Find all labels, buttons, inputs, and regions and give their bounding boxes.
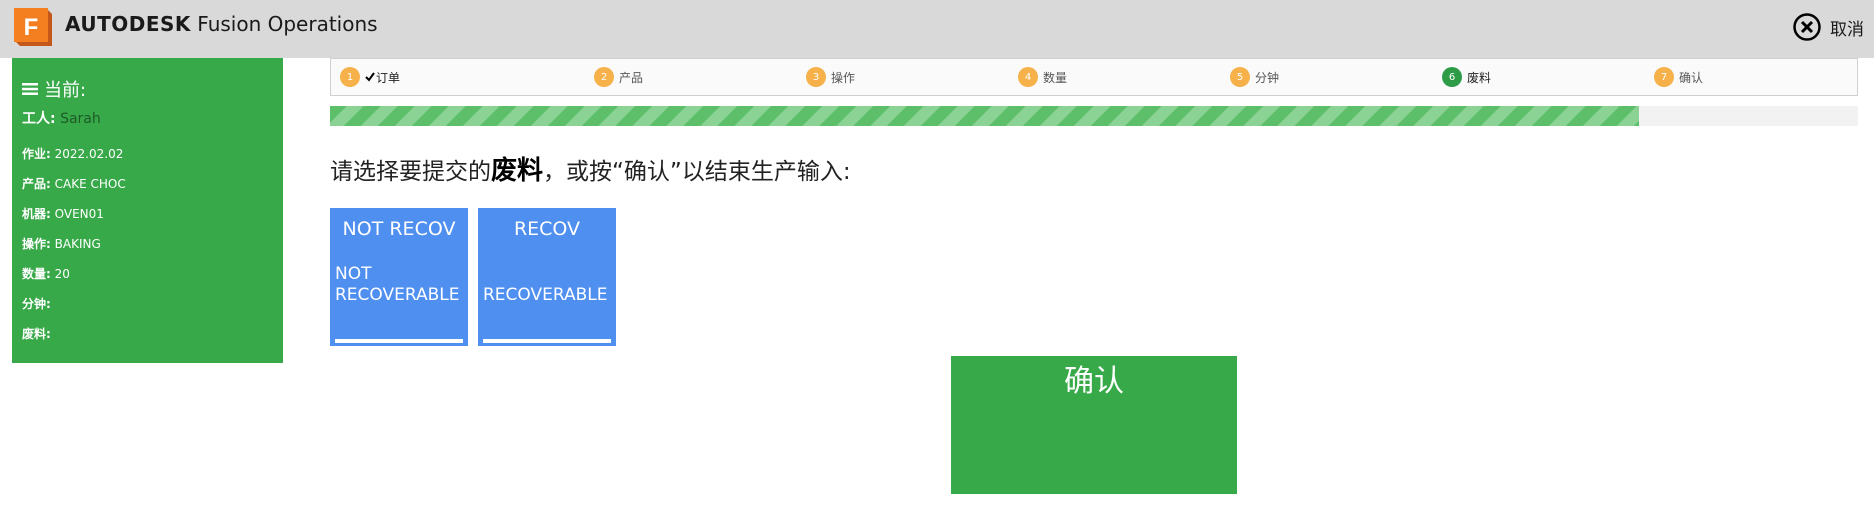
info-label: 操作: [22, 237, 51, 251]
cancel-label: 取消 [1830, 19, 1864, 40]
step-wizard: 1 订单 2 产品 3 操作 4 数量 5 分钟 6 废料 7 确认 [330, 58, 1858, 96]
step-number: 1 [340, 67, 360, 87]
scrap-code: RECOV [513, 218, 581, 240]
menu-icon [22, 83, 38, 95]
info-row-scrap: 废料: [22, 324, 273, 354]
confirm-label: 确认 [1064, 364, 1124, 399]
cancel-button[interactable]: 取消 [1792, 12, 1864, 42]
tile-underline [483, 339, 611, 343]
instruction-before: 请选择要提交的 [330, 159, 491, 185]
check-icon [365, 72, 375, 82]
instruction-text: 请选择要提交的废料，或按“确认”以结束生产输入: [330, 150, 851, 187]
scrap-desc-line: RECOVERABLE [483, 285, 608, 305]
step-label: 订单 [376, 70, 401, 85]
info-label: 产品: [22, 177, 51, 191]
step-number: 2 [594, 67, 614, 87]
step-number: 5 [1230, 67, 1250, 87]
step-minutes[interactable]: 5 分钟 [1230, 67, 1279, 87]
info-row-quantity: 数量: 20 [22, 264, 273, 294]
scrap-desc-line: NOT [335, 264, 372, 284]
info-row-machine: 机器: OVEN01 [22, 204, 273, 234]
app-header: F AUTODESK Fusion Operations 取消 [0, 0, 1874, 58]
logo-letter: F [24, 14, 39, 41]
step-operation[interactable]: 3 操作 [806, 67, 855, 87]
scrap-description: NOT RECOVERABLE [335, 264, 460, 306]
worker-row: 工人: Sarah [22, 108, 273, 128]
info-label: 作业: [22, 147, 51, 161]
scrap-description: RECOVERABLE [483, 264, 608, 306]
scrap-option-not-recov[interactable]: NOT RECOV NOT RECOVERABLE [330, 208, 468, 346]
progress-bar [330, 106, 1858, 126]
progress-fill [330, 106, 1640, 126]
step-number: 7 [1654, 67, 1674, 87]
scrap-code: NOT RECOV [342, 218, 456, 240]
panel-title-text: 当前: [44, 80, 87, 101]
step-label: 确认 [1679, 70, 1704, 85]
scrap-option-recov[interactable]: RECOV RECOVERABLE [478, 208, 616, 346]
step-number: 6 [1442, 67, 1462, 87]
info-row-job: 作业: 2022.02.02 [22, 144, 273, 174]
confirm-button[interactable]: 确认 [951, 356, 1237, 494]
step-number: 3 [806, 67, 826, 87]
worker-label: 工人: [22, 111, 56, 127]
app-title: AUTODESK Fusion Operations [65, 12, 378, 36]
instruction-after: ，或按“确认”以结束生产输入: [543, 159, 851, 185]
info-value: 2022.02.02 [54, 147, 124, 161]
close-circle-icon [1793, 13, 1821, 41]
step-label: 数量 [1043, 70, 1068, 85]
step-label: 废料 [1467, 70, 1492, 85]
info-label: 分钟: [22, 297, 51, 311]
step-confirm[interactable]: 7 确认 [1654, 67, 1703, 87]
current-info-panel: 当前: 工人: Sarah 作业: 2022.02.02 产品: CAKE CH… [12, 58, 283, 363]
info-row-minutes: 分钟: [22, 294, 273, 324]
info-label: 废料: [22, 327, 51, 341]
step-number: 4 [1018, 67, 1038, 87]
step-label: 分钟 [1255, 70, 1280, 85]
fusion-logo-icon: F [12, 6, 55, 49]
info-label: 数量: [22, 267, 51, 281]
info-label: 机器: [22, 207, 51, 221]
worker-value: Sarah [60, 111, 101, 127]
step-label: 操作 [831, 70, 856, 85]
step-label: 产品 [619, 70, 644, 85]
product-name: Fusion Operations [197, 12, 378, 36]
scrap-desc-line: RECOVERABLE [335, 285, 460, 305]
step-product[interactable]: 2 产品 [594, 67, 643, 87]
scrap-desc-line [483, 264, 608, 285]
info-value: OVEN01 [54, 207, 104, 221]
info-value: BAKING [54, 237, 101, 251]
step-quantity[interactable]: 4 数量 [1018, 67, 1067, 87]
step-order[interactable]: 1 订单 [340, 67, 400, 87]
info-value: CAKE CHOC [54, 177, 126, 191]
info-value: 20 [54, 267, 70, 281]
info-row-operation: 操作: BAKING [22, 234, 273, 264]
info-row-product: 产品: CAKE CHOC [22, 174, 273, 204]
tile-underline [335, 339, 463, 343]
instruction-emphasis: 废料 [491, 156, 544, 186]
step-scrap[interactable]: 6 废料 [1442, 67, 1491, 87]
brand-name: AUTODESK [65, 12, 191, 36]
panel-title: 当前: [22, 76, 273, 102]
